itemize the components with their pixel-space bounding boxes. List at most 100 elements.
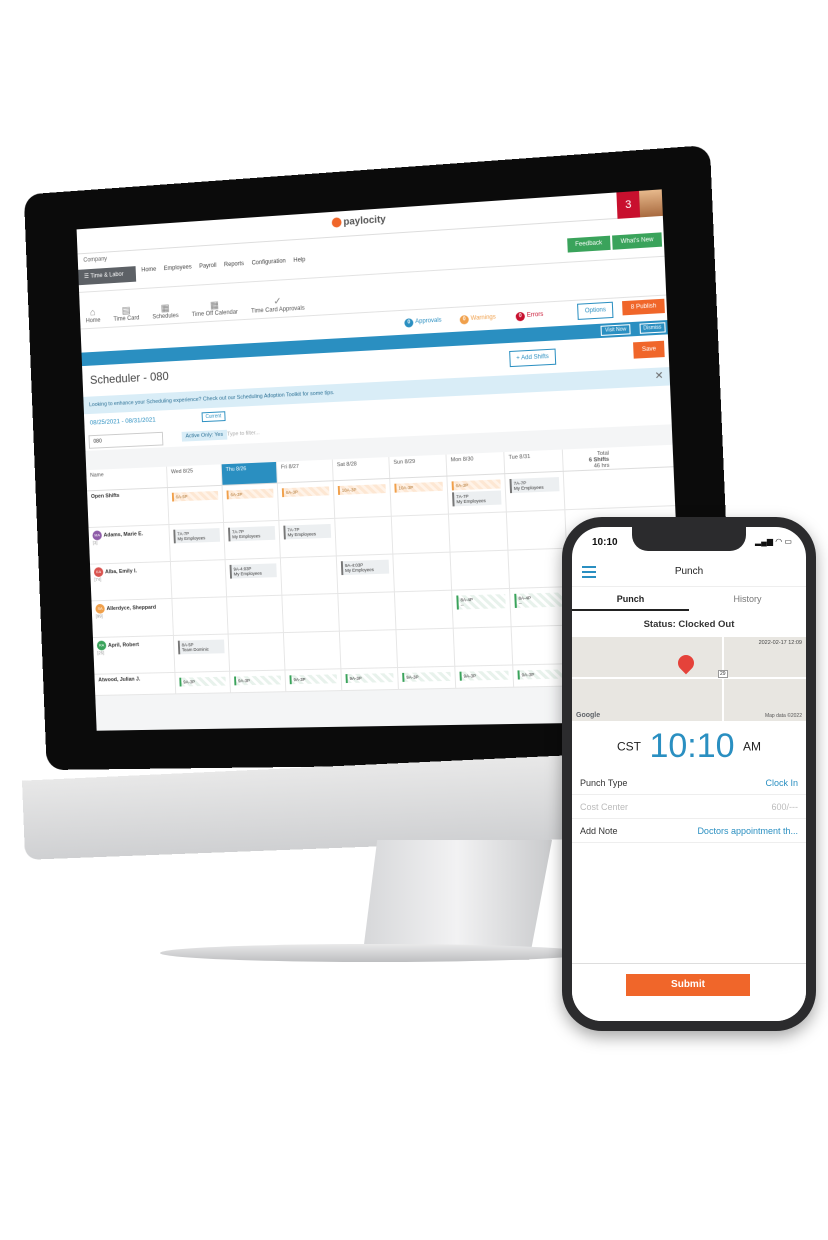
day-cell[interactable]: 6A-3P 7A-7P My Employees — [446, 474, 506, 514]
punch-type-row[interactable]: Punch Type Clock In — [572, 771, 806, 795]
submit-button[interactable]: Submit — [626, 974, 750, 996]
filter-input[interactable]: Type to filter... — [227, 430, 260, 437]
day-cell[interactable]: 8A-5P Team Dominic — [172, 634, 230, 672]
notification-badge[interactable]: 3 — [616, 190, 641, 219]
day-cell[interactable] — [395, 628, 455, 668]
day-cell[interactable] — [337, 592, 396, 631]
approvals-status[interactable]: 0 Approvals — [404, 317, 442, 328]
location-map[interactable]: 2022-02-17 12:09 29 Google Map data ©202… — [572, 637, 806, 721]
shift-block[interactable]: 10A-3P — [337, 484, 386, 495]
day-cell[interactable]: 9A-3P — [229, 670, 286, 693]
day-cell[interactable] — [169, 560, 227, 598]
employee-cell[interactable]: SA Allerdyce, Sheppard [99] — [91, 599, 172, 637]
shift-block[interactable]: 7A-7P My Employees — [173, 528, 221, 544]
warnings-status[interactable]: 0 Warnings — [459, 313, 496, 325]
day-cell[interactable]: 9A-3P — [397, 666, 456, 689]
nav-time-off-calendar[interactable]: ▦ Time Off Calendar — [191, 299, 238, 318]
publish-button[interactable]: 8 Publish — [622, 298, 665, 316]
dismiss-button[interactable]: Dismiss — [638, 322, 666, 334]
shift-block[interactable]: 8A-4P -- — [514, 592, 565, 608]
day-cell[interactable] — [282, 631, 341, 670]
user-avatar[interactable] — [639, 189, 663, 218]
note-value[interactable]: Doctors appointment th... — [697, 819, 798, 843]
employee-cell[interactable]: RA April, Robert [25] — [93, 636, 174, 674]
day-cell[interactable]: 9A-4:03P My Employees — [335, 554, 394, 594]
day-cell[interactable] — [449, 550, 509, 590]
day-cell[interactable]: 8A-4P -- — [509, 587, 570, 627]
shift-block[interactable]: 9A-3P — [517, 669, 568, 680]
day-cell[interactable]: 9A-4:03P My Employees — [224, 558, 282, 597]
shift-block[interactable]: 6A-3P — [451, 479, 501, 491]
shift-block[interactable]: 6A-5P — [171, 490, 219, 502]
add-shifts-button[interactable]: + Add Shifts — [508, 348, 557, 368]
employee-cell[interactable]: Atwood, Julian J. — [94, 673, 175, 695]
day-cell[interactable]: 9A-3P — [284, 669, 342, 692]
day-cell[interactable] — [171, 597, 228, 635]
shift-block[interactable]: 9A-3P — [345, 673, 394, 684]
shift-block[interactable]: 9A-4:03P My Employees — [229, 563, 277, 579]
day-cell[interactable] — [279, 556, 338, 595]
day-cell[interactable] — [452, 627, 513, 666]
day-cell[interactable] — [505, 510, 566, 550]
shift-block[interactable]: 7A-7P My Employees — [283, 523, 332, 540]
tab-punch[interactable]: Punch — [572, 587, 689, 611]
day-cell[interactable] — [447, 512, 508, 552]
save-button[interactable]: Save — [633, 340, 665, 359]
shift-block[interactable]: 10A-3P — [394, 481, 444, 493]
nav-time-card[interactable]: ▤ Time Card — [113, 305, 139, 322]
day-cell[interactable]: 10A-3P — [389, 476, 448, 516]
day-cell[interactable] — [390, 514, 450, 554]
day-cell[interactable]: 7A-7P My Employees — [504, 471, 565, 512]
errors-status[interactable]: 0 Errors — [515, 311, 544, 322]
active-filter-chip[interactable]: Active Only: Yes — [181, 429, 228, 442]
shift-block[interactable]: 6A-3P — [226, 488, 274, 500]
shift-block[interactable]: 9A-3P — [459, 670, 509, 681]
nav-schedules[interactable]: ▦ Schedules — [152, 302, 178, 321]
day-cell[interactable]: 7A-7P My Employees — [278, 518, 336, 558]
day-cell[interactable] — [338, 630, 398, 669]
day-cell[interactable] — [392, 552, 452, 592]
shift-block[interactable]: 9A-3P — [402, 671, 451, 682]
menu-employees[interactable]: Employees — [164, 264, 192, 272]
hamburger-menu-icon[interactable] — [582, 566, 596, 578]
shift-block[interactable]: 9A-4:03P My Employees — [340, 559, 390, 576]
total-cell[interactable] — [562, 469, 616, 510]
menu-help[interactable]: Help — [293, 257, 305, 264]
date-range[interactable]: 08/25/2021 - 08/31/2021 — [90, 417, 156, 427]
day-cell[interactable]: 10A-3P — [332, 478, 391, 518]
visit-now-button[interactable]: Visit Now — [600, 324, 631, 336]
whats-new-button[interactable]: What's New — [612, 232, 663, 250]
close-icon[interactable]: ✕ — [654, 367, 664, 386]
options-button[interactable]: Options — [577, 301, 614, 320]
shift-block[interactable]: 6A-3P — [281, 486, 330, 498]
punch-type-value[interactable]: Clock In — [765, 771, 798, 795]
day-cell[interactable] — [507, 548, 568, 588]
day-cell[interactable]: 6A-5P — [166, 485, 224, 525]
nav-home[interactable]: ⌂ Home — [85, 307, 101, 324]
day-cell[interactable]: 9A-3P — [454, 665, 514, 688]
shift-block[interactable]: 7A-7P My Employees — [452, 490, 502, 507]
day-cell[interactable] — [227, 633, 285, 671]
feedback-button[interactable]: Feedback — [566, 235, 611, 253]
employee-cell[interactable]: EA Alba, Emily I. [74] — [90, 562, 171, 600]
menu-configuration[interactable]: Configuration — [252, 258, 286, 266]
shift-block[interactable]: 8A-5P Team Dominic — [177, 639, 225, 655]
current-button[interactable]: Current — [201, 411, 226, 423]
menu-home[interactable]: Home — [141, 267, 156, 274]
shift-block[interactable]: 7A-7P My Employees — [509, 477, 560, 494]
shift-block[interactable]: 7A-7P My Employees — [228, 525, 276, 542]
day-cell[interactable]: 9A-3P — [174, 671, 230, 694]
day-cell[interactable]: 8A-4P -- — [451, 588, 511, 628]
location-select[interactable]: 080 — [88, 431, 164, 449]
day-cell[interactable]: 6A-3P — [221, 483, 279, 523]
day-cell[interactable] — [334, 516, 393, 556]
shift-block[interactable]: 9A-3P — [289, 674, 338, 685]
shift-block[interactable]: 9A-3P — [179, 676, 226, 687]
nav-time-card-approvals[interactable]: ✓ Time Card Approvals — [251, 295, 305, 315]
shift-block[interactable]: 8A-4P -- — [456, 594, 506, 610]
day-cell[interactable] — [393, 590, 453, 630]
time-labor-tab[interactable]: ☰ Time & Labor — [78, 266, 137, 286]
shift-block[interactable]: 9A-3P — [234, 675, 282, 686]
add-note-row[interactable]: Add Note Doctors appointment th... — [572, 819, 806, 843]
day-cell[interactable]: 7A-7P My Employees — [168, 523, 225, 562]
